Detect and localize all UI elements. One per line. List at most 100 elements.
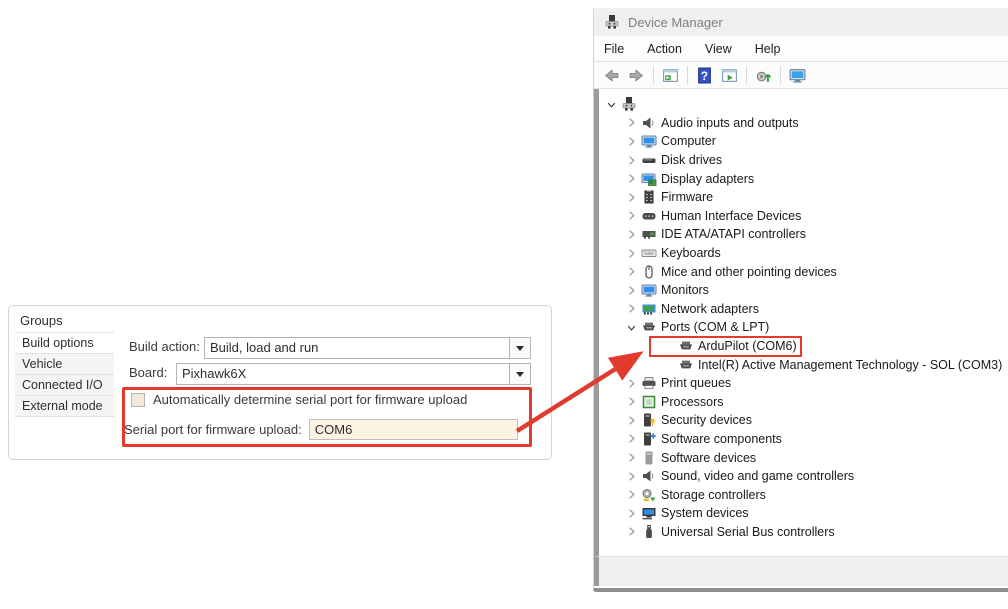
group-item-build-options[interactable]: Build options <box>15 333 114 354</box>
tree-item-human-interface-devices[interactable]: Human Interface Devices <box>599 207 1008 226</box>
tree-item-security-devices[interactable]: Security devices <box>599 411 1008 430</box>
toolbar-scan-hardware-button[interactable] <box>751 64 776 87</box>
group-item-external-mode[interactable]: External mode <box>15 396 114 417</box>
scan-hardware-icon <box>755 67 772 84</box>
menu-help[interactable]: Help <box>755 39 791 59</box>
device-tree: Audio inputs and outputs ComputerDisk dri… <box>594 89 1008 556</box>
tree-item-display-adapters[interactable]: Display adapters <box>599 169 1008 188</box>
titlebar[interactable]: Device Manager <box>594 8 1008 36</box>
board-dropdown-button[interactable] <box>509 364 530 384</box>
tree-item-monitors[interactable]: Monitors <box>599 281 1008 300</box>
processor-icon <box>640 394 657 410</box>
window-title: Device Manager <box>628 15 723 30</box>
chevron-right-icon[interactable] <box>623 282 640 298</box>
tree-item-firmware[interactable]: Firmware <box>599 188 1008 207</box>
auto-serial-checkbox[interactable] <box>131 393 145 407</box>
tree-item-system-devices[interactable]: System devices <box>599 504 1008 523</box>
monitor-icon <box>640 133 657 149</box>
tree-item-label: Audio inputs and outputs <box>661 116 799 130</box>
chevron-right-icon[interactable] <box>623 264 640 280</box>
tree-item-software-components[interactable]: Software components <box>599 430 1008 449</box>
chevron-down-icon <box>516 346 524 351</box>
menu-action[interactable]: Action <box>647 39 692 59</box>
tree-item-label: Universal Serial Bus controllers <box>661 525 835 539</box>
storage-controller-icon <box>640 487 657 503</box>
system-device-icon <box>640 505 657 521</box>
menu-file[interactable]: File <box>604 39 634 59</box>
speaker-icon <box>640 115 657 131</box>
chevron-spacer <box>660 357 677 373</box>
chevron-right-icon[interactable] <box>623 450 640 466</box>
tree-item-ardupilot-com6[interactable]: ArduPilot (COM6) <box>599 337 1008 356</box>
tree-item-disk-drives[interactable]: Disk drives <box>599 151 1008 170</box>
build-action-label: Build action: <box>129 339 200 354</box>
groups-list: Build optionsVehicleConnected I/OExterna… <box>15 332 114 417</box>
toolbar-back-button[interactable] <box>599 64 624 87</box>
toolbar-separator <box>780 66 781 84</box>
chevron-right-icon[interactable] <box>623 505 640 521</box>
chevron-right-icon[interactable] <box>623 468 640 484</box>
board-combobox[interactable]: Pixhawk6X <box>176 363 531 385</box>
chevron-right-icon[interactable] <box>623 394 640 410</box>
chevron-down-icon[interactable] <box>603 96 620 112</box>
screenshot-stage: Groups Build optionsVehicleConnected I/O… <box>0 0 1008 609</box>
toolbar-forward-button[interactable] <box>624 64 649 87</box>
chevron-right-icon[interactable] <box>623 375 640 391</box>
chevron-right-icon[interactable] <box>623 245 640 261</box>
build-action-row: Build action: <box>129 339 207 354</box>
tree-item-sound-video-and-game-controllers[interactable]: Sound, video and game controllers <box>599 467 1008 486</box>
chevron-right-icon[interactable] <box>623 487 640 503</box>
toolbar: ? <box>594 62 1008 89</box>
toolbar-help-button[interactable]: ? <box>692 64 717 87</box>
toolbar-console-tree-button[interactable] <box>658 64 683 87</box>
forward-icon <box>628 67 645 84</box>
group-item-vehicle[interactable]: Vehicle <box>15 354 114 375</box>
board-label: Board: <box>129 365 167 380</box>
chevron-down-icon <box>516 372 524 377</box>
chevron-right-icon[interactable] <box>623 189 640 205</box>
group-item-connected-i-o[interactable]: Connected I/O <box>15 375 114 396</box>
tree-item-root[interactable] <box>599 95 1008 114</box>
usb-icon <box>640 524 657 540</box>
serial-port-input[interactable] <box>309 419 518 440</box>
tree-item-software-devices[interactable]: Software devices <box>599 448 1008 467</box>
tree-item-audio-inputs-and-outputs[interactable]: Audio inputs and outputs <box>599 114 1008 133</box>
chevron-right-icon[interactable] <box>623 115 640 131</box>
menu-view[interactable]: View <box>705 39 742 59</box>
serial-port-icon <box>677 338 694 354</box>
tree-item-universal-serial-bus-controllers[interactable]: Universal Serial Bus controllers <box>599 523 1008 542</box>
toolbar-remote-computer-button[interactable] <box>785 64 810 87</box>
build-action-combobox[interactable]: Build, load and run <box>204 337 531 359</box>
tree-item-intel-r-active-management-technology-sol-com3[interactable]: Intel(R) Active Management Technology - … <box>599 355 1008 374</box>
display-adapter-icon <box>640 171 657 187</box>
chevron-right-icon[interactable] <box>623 412 640 428</box>
chevron-right-icon[interactable] <box>623 133 640 149</box>
build-action-value: Build, load and run <box>205 338 509 358</box>
chevron-right-icon[interactable] <box>623 524 640 540</box>
tree-item-label: Firmware <box>661 190 713 204</box>
chevron-right-icon[interactable] <box>623 171 640 187</box>
action-pane-icon <box>721 67 738 84</box>
tree-item-storage-controllers[interactable]: Storage controllers <box>599 485 1008 504</box>
tree-item-ide-ata-atapi-controllers[interactable]: IDE ATA/ATAPI controllers <box>599 225 1008 244</box>
toolbar-action-pane-button[interactable] <box>717 64 742 87</box>
tree-item-processors[interactable]: Processors <box>599 393 1008 412</box>
tree-item-label: ArduPilot (COM6) <box>698 339 797 353</box>
chevron-right-icon[interactable] <box>623 152 640 168</box>
chevron-down-icon[interactable] <box>623 319 640 335</box>
tree-item-label: Sound, video and game controllers <box>661 469 854 483</box>
keyboard-icon <box>640 245 657 261</box>
chevron-right-icon[interactable] <box>623 226 640 242</box>
tree-item-network-adapters[interactable]: Network adapters <box>599 300 1008 319</box>
tree-item-mice-and-other-pointing-devices[interactable]: Mice and other pointing devices <box>599 262 1008 281</box>
chevron-right-icon[interactable] <box>623 431 640 447</box>
chevron-right-icon[interactable] <box>623 301 640 317</box>
build-action-dropdown-button[interactable] <box>509 338 530 358</box>
tree-item-ports-com-lpt[interactable]: Ports (COM & LPT) <box>599 318 1008 337</box>
tree-item-print-queues[interactable]: Print queues <box>599 374 1008 393</box>
network-adapter-icon <box>640 301 657 317</box>
tree-item-label: Print queues <box>661 376 731 390</box>
tree-item-computer[interactable]: Computer <box>599 132 1008 151</box>
chevron-right-icon[interactable] <box>623 208 640 224</box>
tree-item-keyboards[interactable]: Keyboards <box>599 244 1008 263</box>
